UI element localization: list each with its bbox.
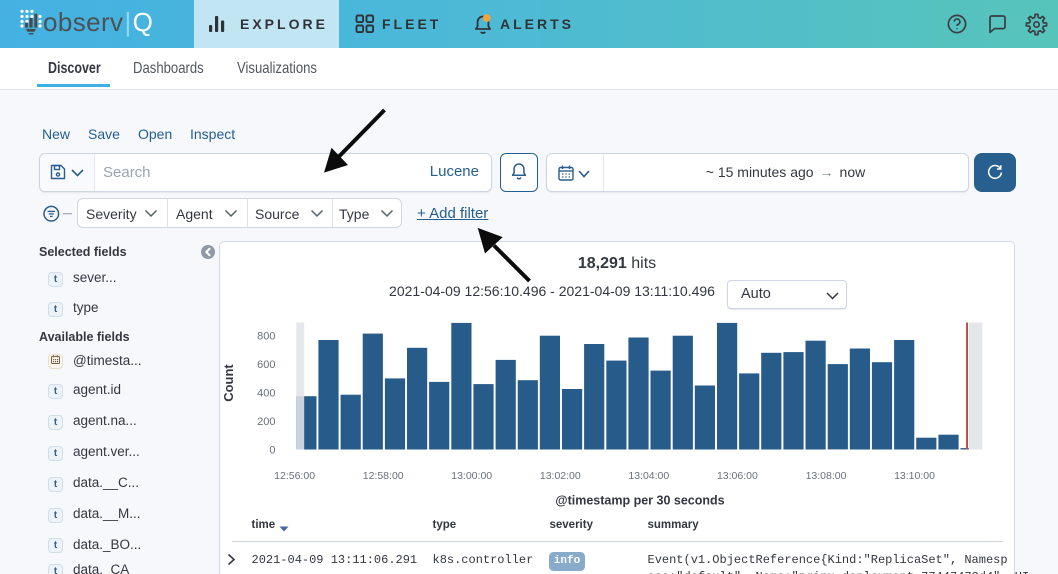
svg-text:12:56:00: 12:56:00 (274, 470, 315, 482)
svg-text:13:10:00: 13:10:00 (894, 470, 935, 482)
svg-text:13:08:00: 13:08:00 (806, 470, 847, 482)
svg-text:Count: Count (221, 364, 236, 402)
svg-text:600: 600 (257, 359, 275, 371)
svg-text:800: 800 (257, 331, 275, 343)
svg-text:13:02:00: 13:02:00 (540, 470, 581, 482)
svg-text:@timestamp per 30 seconds: @timestamp per 30 seconds (555, 494, 724, 508)
svg-text:13:06:00: 13:06:00 (717, 470, 758, 482)
svg-text:0: 0 (269, 445, 275, 457)
svg-text:200: 200 (257, 416, 275, 428)
svg-text:400: 400 (257, 388, 275, 400)
svg-text:13:04:00: 13:04:00 (628, 470, 669, 482)
svg-text:13:00:00: 13:00:00 (451, 470, 492, 482)
svg-text:12:58:00: 12:58:00 (363, 470, 404, 482)
